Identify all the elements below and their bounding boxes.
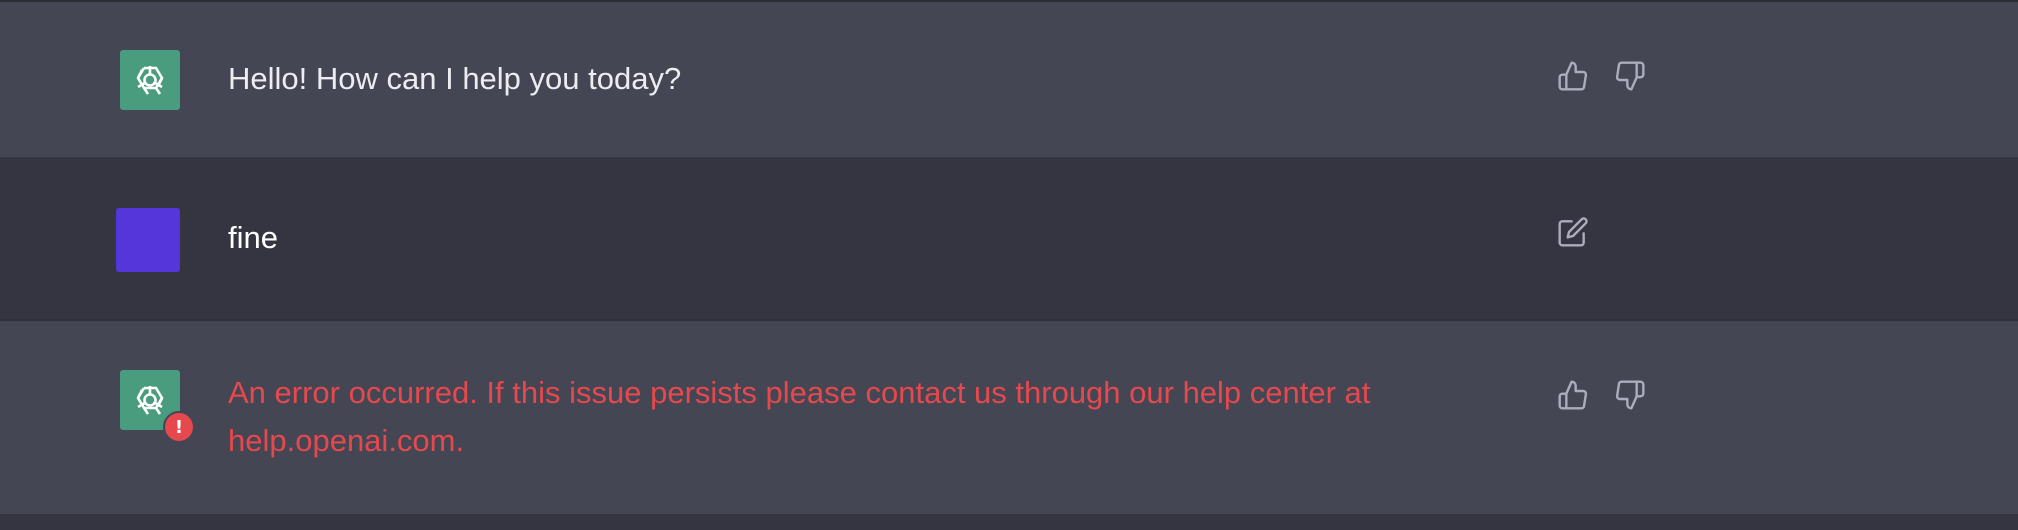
thumbs-up-icon (1558, 380, 1588, 410)
thread-bottom-divider (0, 514, 2018, 530)
assistant-avatar (120, 50, 180, 110)
user-message: fine (0, 158, 2018, 320)
message-text: Hello! How can I help you today? (228, 61, 682, 96)
edit-icon (1558, 217, 1588, 247)
message-text: fine (228, 220, 278, 255)
thumbs-up-icon (1558, 61, 1588, 91)
edit-message-button[interactable] (1555, 214, 1591, 250)
thumbs-down-icon (1615, 61, 1645, 91)
error-message-text: An error occurred. If this issue persist… (228, 375, 1371, 458)
thumbs-up-button[interactable] (1555, 377, 1591, 413)
thumbs-down-button[interactable] (1612, 58, 1648, 94)
assistant-message: Hello! How can I help you today? (0, 0, 2018, 158)
thumbs-down-icon (1615, 380, 1645, 410)
openai-logo-icon (136, 66, 164, 95)
thumbs-up-button[interactable] (1555, 58, 1591, 94)
chat-thread: Hello! How can I help you today? fine ! … (0, 0, 2018, 530)
user-avatar (116, 208, 180, 272)
error-badge-icon: ! (163, 411, 195, 443)
thumbs-down-button[interactable] (1612, 377, 1648, 413)
assistant-error-message: ! An error occurred. If this issue persi… (0, 320, 2018, 514)
openai-logo-icon (136, 386, 164, 415)
